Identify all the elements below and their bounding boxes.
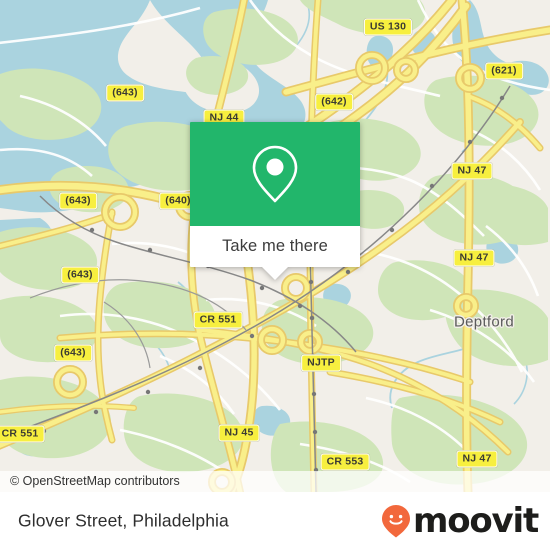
road-shield: CR 551 [0,425,45,443]
road-shield: NJ 45 [218,424,260,442]
moovit-location-card: US 130 (621) (643) (642) NJ 44 NJ 47 (643) (640… [0,0,550,550]
popup-pin-area [190,122,360,226]
road-shield: (643) [54,344,92,362]
take-me-there-button[interactable]: Take me there [190,226,360,280]
road-shield: NJ 47 [453,249,495,267]
road-shield: (621) [485,62,523,80]
moovit-pin-icon [381,505,410,538]
road-shield: CR 553 [320,453,370,471]
road-shield: (643) [61,266,99,284]
road-shield: (643) [106,84,144,102]
place-label: Deptford [454,313,514,331]
road-shield: CR 551 [193,311,243,329]
moovit-logo[interactable]: moovit [381,501,539,541]
popup-pointer [262,267,288,280]
road-shield: NJTP [301,354,341,372]
take-me-there-label: Take me there [222,237,328,255]
road-shield: NJ 47 [451,162,493,180]
road-shield: (643) [59,192,97,210]
map-attribution[interactable]: © OpenStreetMap contributors [0,471,550,492]
road-shield: (642) [315,93,353,111]
footer-bar: Glover Street, Philadelphia moovit [0,492,550,550]
location-title: Glover Street, Philadelphia [18,510,229,531]
road-shield: NJ 47 [456,450,498,468]
moovit-wordmark: moovit [412,501,539,541]
road-shield: US 130 [363,18,413,36]
map-pin-icon [252,145,298,203]
location-popup-card[interactable]: Take me there [190,122,360,280]
